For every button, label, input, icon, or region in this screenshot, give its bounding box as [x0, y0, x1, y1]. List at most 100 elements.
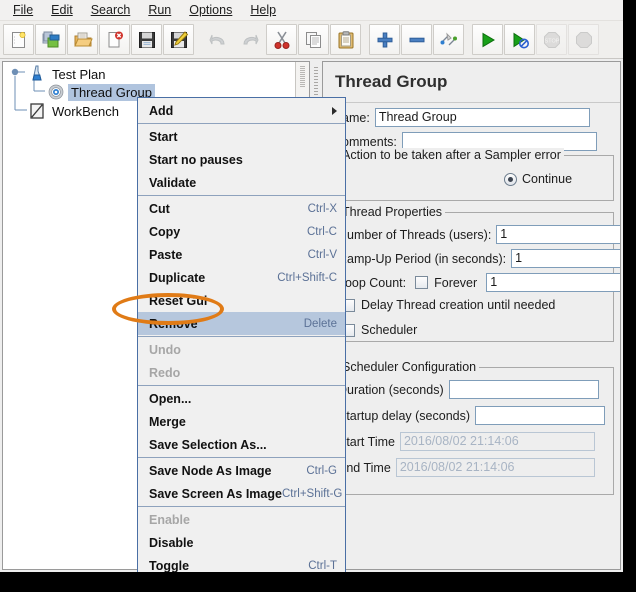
- menu-edit[interactable]: Edit: [42, 1, 82, 19]
- delay-thread-row[interactable]: Delay Thread creation until needed: [342, 298, 555, 312]
- tree-node-test-plan[interactable]: Test Plan: [27, 65, 108, 83]
- menu-item-start-no-pauses[interactable]: Start no pauses: [138, 148, 345, 171]
- menu-run[interactable]: Run: [139, 1, 180, 19]
- menu-item-save-selection-as[interactable]: Save Selection As...: [138, 433, 345, 456]
- page-title: Thread Group: [335, 72, 448, 91]
- menu-item-add[interactable]: Add: [138, 99, 345, 122]
- sampler-error-group: Action to be taken after a Sampler error…: [331, 148, 614, 201]
- menu-help-label: Help: [250, 3, 277, 17]
- toolbar-paste-button[interactable]: [330, 24, 361, 55]
- continue-radio[interactable]: [504, 172, 517, 186]
- menu-search[interactable]: Search: [82, 1, 140, 19]
- tree-scrollbar-thumb[interactable]: [300, 66, 305, 88]
- toolbar-start-no-pauses-button[interactable]: [504, 24, 535, 55]
- menu-item-disable[interactable]: Disable: [138, 531, 345, 554]
- toolbar-copy-button[interactable]: [298, 24, 329, 55]
- end-time-row: End Time 2016/08/02 21:14:06: [338, 458, 595, 477]
- forever-label: Forever: [434, 275, 478, 290]
- toolbar-save-as-button[interactable]: [163, 24, 194, 55]
- menu-file[interactable]: File: [4, 1, 42, 19]
- start-time-label: Start Time: [338, 434, 395, 449]
- start-time-input[interactable]: 2016/08/02 21:14:06: [399, 432, 595, 451]
- menu-item-remove[interactable]: Remove Delete: [138, 312, 345, 335]
- save-icon: [137, 30, 157, 50]
- toolbar-expand-all-button[interactable]: [369, 24, 400, 55]
- duration-input[interactable]: [448, 380, 599, 399]
- tree-node-workbench-label: WorkBench: [52, 103, 119, 119]
- menu-item-enable: Enable: [138, 508, 345, 531]
- menu-item-reset-gui[interactable]: Reset Gui: [138, 289, 345, 312]
- ramp-up-input[interactable]: 1: [511, 249, 620, 268]
- toolbar-stop-button[interactable]: STOP: [536, 24, 567, 55]
- toolbar-toggle-button[interactable]: [433, 24, 464, 55]
- toolbar-undo-button[interactable]: [202, 24, 233, 55]
- menu-item-label: Save Selection As...: [149, 437, 267, 452]
- toolbar-open-button[interactable]: [67, 24, 98, 55]
- menu-item-label: Duplicate: [149, 270, 206, 285]
- menu-item-label: Undo: [149, 342, 181, 357]
- continue-radio-label: Continue: [522, 172, 573, 186]
- menu-item-label: Toggle: [149, 558, 190, 573]
- menu-item-accelerator: Ctrl-G: [306, 464, 337, 477]
- toolbar-templates-button[interactable]: [35, 24, 66, 55]
- menu-item-duplicate[interactable]: Duplicate Ctrl+Shift-C: [138, 266, 345, 289]
- menu-item-label: Start: [149, 129, 178, 144]
- menu-item-merge[interactable]: Merge: [138, 410, 345, 433]
- toolbar-cut-button[interactable]: [266, 24, 297, 55]
- collapse-all-icon: [407, 30, 427, 50]
- menu-bar: File Edit Search Run Options Help: [0, 0, 623, 21]
- menu-edit-label: Edit: [51, 3, 73, 17]
- menu-separator: [138, 195, 345, 196]
- menu-item-open[interactable]: Open...: [138, 387, 345, 410]
- redo-icon: [240, 30, 260, 50]
- menu-separator: [138, 336, 345, 337]
- templates-icon: [41, 30, 61, 50]
- toolbar-save-button[interactable]: [131, 24, 162, 55]
- scheduler-label: Scheduler: [361, 323, 418, 337]
- menu-help[interactable]: Help: [241, 1, 285, 19]
- startup-delay-input[interactable]: [475, 406, 606, 425]
- menu-item-save-node-as-image[interactable]: Save Node As Image Ctrl-G: [138, 459, 345, 482]
- forever-checkbox[interactable]: [415, 276, 429, 289]
- toolbar-new-button[interactable]: [3, 24, 34, 55]
- menu-item-copy[interactable]: Copy Ctrl-C: [138, 220, 345, 243]
- close-icon: [105, 30, 125, 50]
- toolbar-start-button[interactable]: [472, 24, 503, 55]
- toolbar-shutdown-button[interactable]: [568, 24, 599, 55]
- test-plan-icon: [27, 65, 47, 83]
- toolbar-close-button[interactable]: [99, 24, 130, 55]
- menu-item-label: Reset Gui: [149, 293, 208, 308]
- expand-all-icon: [375, 30, 395, 50]
- menu-run-label: Run: [148, 3, 172, 17]
- menu-item-accelerator: Ctrl-V: [307, 248, 337, 261]
- menu-options[interactable]: Options: [180, 1, 241, 19]
- menu-separator: [138, 123, 345, 124]
- thread-group-panel: Thread Group Name: Thread Group Comments…: [322, 61, 621, 570]
- toolbar-redo-button[interactable]: [234, 24, 265, 55]
- menu-item-validate[interactable]: Validate: [138, 171, 345, 194]
- chevron-right-icon: [332, 106, 337, 115]
- menu-item-accelerator: Ctrl-X: [307, 202, 337, 215]
- tree-node-workbench[interactable]: WorkBench: [27, 102, 122, 120]
- menu-item-label: Start no pauses: [149, 152, 243, 167]
- name-input[interactable]: Thread Group: [374, 108, 590, 127]
- loop-count-input[interactable]: 1: [486, 273, 620, 292]
- duration-row: Duration (seconds): [338, 380, 599, 399]
- menu-item-label: Open...: [149, 391, 192, 406]
- menu-item-cut[interactable]: Cut Ctrl-X: [138, 197, 345, 220]
- menu-item-accelerator: Ctrl-C: [306, 225, 337, 238]
- menu-item-label: Disable: [149, 535, 194, 550]
- end-time-input[interactable]: 2016/08/02 21:14:06: [395, 458, 595, 477]
- menu-item-paste[interactable]: Paste Ctrl-V: [138, 243, 345, 266]
- menu-item-toggle[interactable]: Toggle Ctrl-T: [138, 554, 345, 573]
- menu-item-start[interactable]: Start: [138, 125, 345, 148]
- menu-item-save-screen-as-image[interactable]: Save Screen As Image Ctrl+Shift-G: [138, 482, 345, 505]
- sampler-error-group-title: Action to be taken after a Sampler error: [339, 148, 564, 162]
- scheduler-row[interactable]: Scheduler: [342, 323, 417, 337]
- continue-radio-row[interactable]: Continue: [504, 172, 572, 186]
- title-divider: [323, 102, 620, 103]
- num-threads-input[interactable]: 1: [496, 225, 620, 244]
- svg-text:STOP: STOP: [544, 38, 559, 44]
- toolbar-collapse-all-button[interactable]: [401, 24, 432, 55]
- start-time-row: Start Time 2016/08/02 21:14:06: [338, 432, 595, 451]
